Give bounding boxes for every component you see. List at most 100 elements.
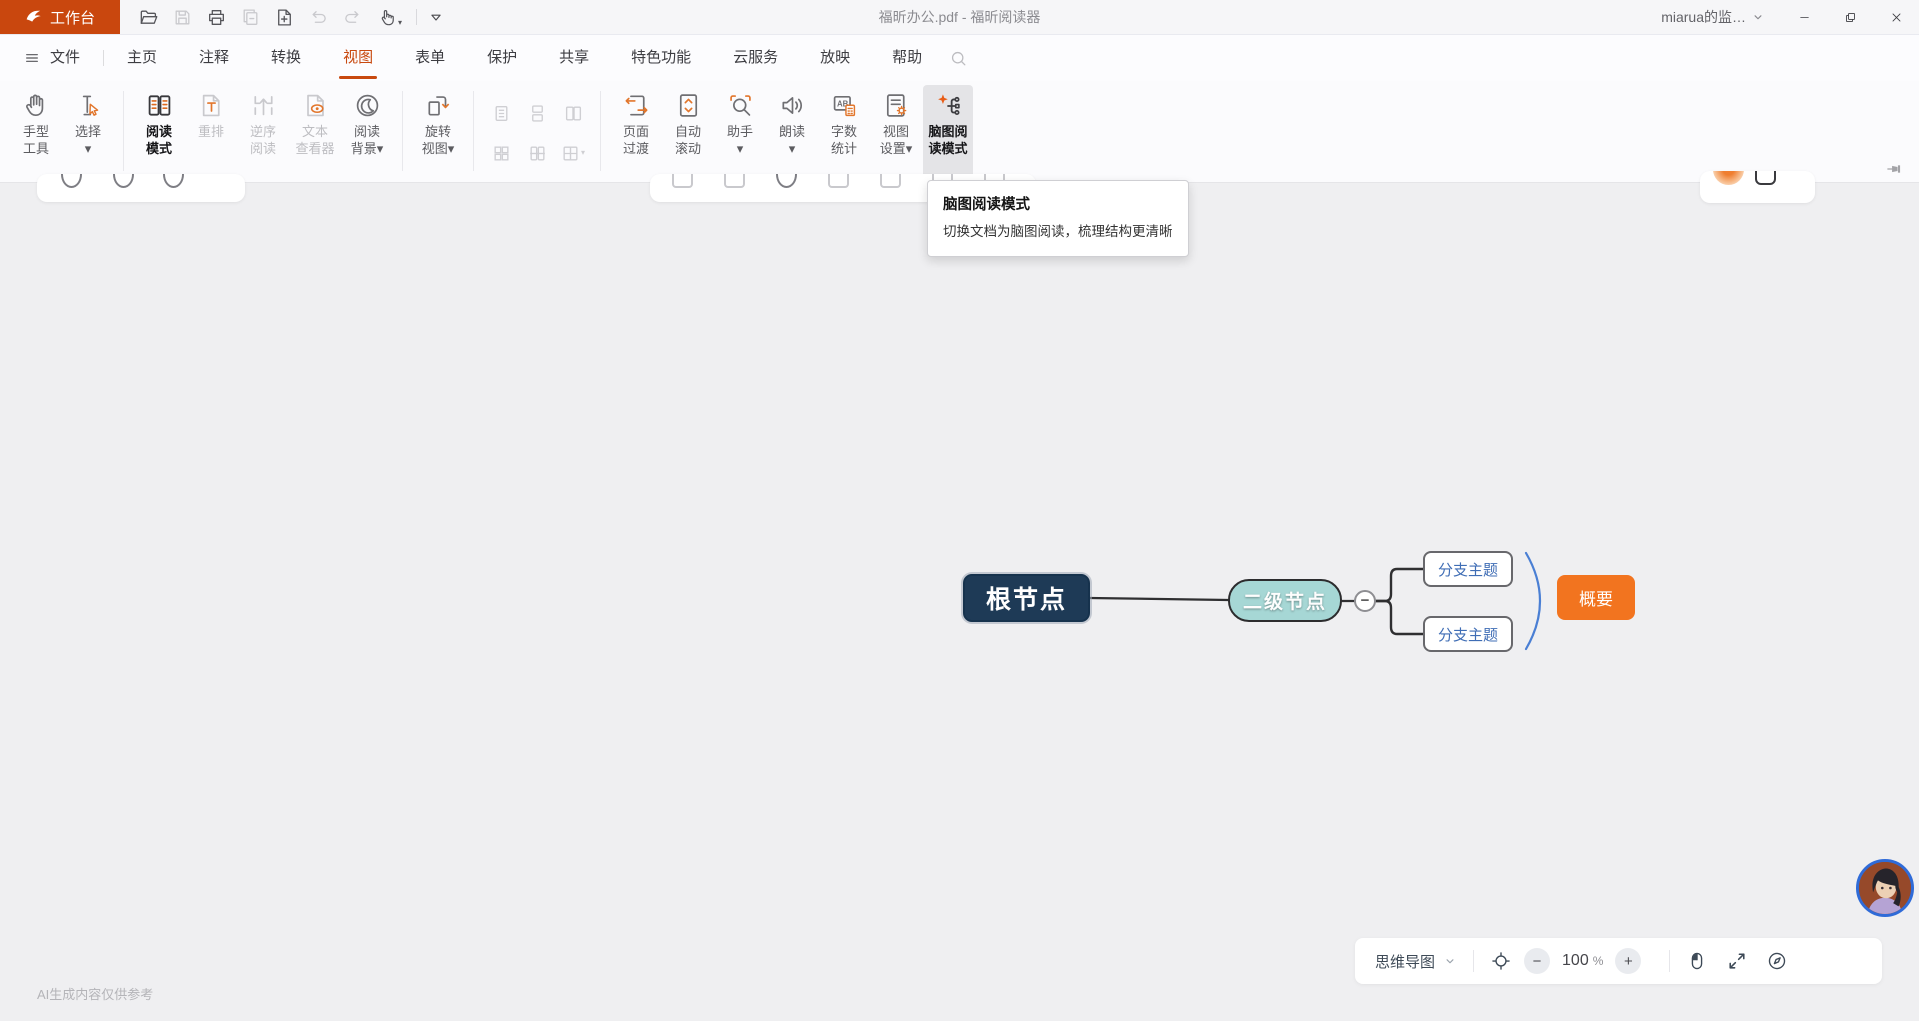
foxit-logo-icon [25,8,43,26]
reflow-button[interactable]: 重排 [186,85,236,179]
menu-tab-7[interactable]: 特色功能 [610,35,712,81]
touch-mode-button[interactable]: ▾ [376,7,402,28]
redo-button[interactable] [342,7,363,28]
minimize-button[interactable] [1781,0,1827,34]
icon-fragment [724,174,745,188]
mindmap-summary-node[interactable]: 概要 [1557,575,1635,620]
workspace-button[interactable]: 工作台 [0,0,120,34]
menu-tab-5[interactable]: 保护 [466,35,538,81]
menu-tab-8[interactable]: 云服务 [712,35,799,81]
icon-fragment [1755,171,1776,185]
view-settings-button[interactable]: 视图设置▾ [871,85,921,179]
ribbon-separator [473,91,474,171]
mindmap-branch-node[interactable]: 分支主题 [1423,616,1513,652]
ribbon-item-label: 阅读 [250,140,276,157]
reverse-reading-button[interactable]: 逆序阅读 [238,85,288,179]
orange-icon-fragment [1713,171,1744,185]
ribbon-item-label: 朗读 [779,123,805,140]
pin-icon[interactable] [1885,159,1905,179]
menu-tab-1[interactable]: 注释 [178,35,250,81]
mindmap-root-node[interactable]: 根节点 [963,574,1090,622]
page-transition-button[interactable]: 页面过渡 [611,85,661,179]
word-count-icon: AB [830,91,859,120]
continuous-page-button[interactable] [528,104,547,123]
tooltip-body: 切换文档为脑图阅读，梳理结构更清晰 [943,222,1173,243]
continuous-facing-button[interactable] [528,144,547,163]
fullscreen-icon[interactable] [1726,950,1748,972]
read-aloud-button[interactable]: 朗读▾ [767,85,817,179]
document-canvas[interactable]: 脑图阅读模式 切换文档为脑图阅读，梳理结构更清晰 根节点 二级节点 − 分支主题… [0,183,1919,1021]
locate-icon[interactable] [1490,950,1512,972]
open-folder-button[interactable] [138,7,159,28]
facing-page-icon [564,104,583,123]
menu-tab-6[interactable]: 共享 [538,35,610,81]
compass-icon[interactable] [1766,950,1788,972]
quad-page-button[interactable] [492,144,511,163]
mode-label: 思维导图 [1375,951,1435,972]
mindmap-branch-node[interactable]: 分支主题 [1423,551,1513,587]
mindmap-second-node[interactable]: 二级节点 [1228,579,1342,622]
save-button[interactable] [172,7,193,28]
dropdown-arrow-icon: ▾ [398,18,402,28]
split-view-icon [561,144,580,163]
account-menu[interactable]: miarua的监… [1661,7,1765,27]
facing-page-button[interactable] [564,104,583,123]
zoom-out-button[interactable]: − [1524,948,1550,974]
close-button[interactable] [1873,0,1919,34]
mindmap-mode-icon [934,91,963,120]
customize-toolbar-button[interactable] [427,8,445,26]
text-viewer-button[interactable]: 文本查看器 [290,85,340,179]
select-tool-button[interactable]: 选择▾ [63,85,113,179]
reading-mode-button[interactable]: 阅读模式 [134,85,184,179]
menu-tab-3[interactable]: 视图 [322,35,394,81]
menu-bar: 文件 主页注释转换视图表单保护共享特色功能云服务放映帮助 [0,35,1919,81]
continuous-facing-icon [528,144,547,163]
menu-tab-0[interactable]: 主页 [106,35,178,81]
word-count-button[interactable]: AB字数统计 [819,85,869,179]
restore-button[interactable] [1827,0,1873,34]
statusbar-divider [1473,950,1474,972]
assistant-button[interactable]: 助手▾ [715,85,765,179]
undo-button[interactable] [308,7,329,28]
collapse-button[interactable]: − [1354,590,1376,612]
mouse-icon[interactable] [1686,950,1708,972]
icon-fragment [672,174,693,188]
copy-page-button[interactable] [240,7,261,28]
ribbon-toolbar: 手型工具选择▾阅读模式重排逆序阅读文本查看器阅读背景▾旋转视图▾▾页面过渡自动滚… [0,81,1919,183]
search-icon[interactable] [949,49,968,68]
hand-tool-button[interactable]: 手型工具 [11,85,61,179]
redo-icon [342,7,363,28]
zoom-in-button[interactable]: + [1615,948,1641,974]
ribbon-item-label: 文本 [302,123,328,140]
auto-scroll-button[interactable]: 自动滚动 [663,85,713,179]
menu-tab-file[interactable]: 文件 [48,35,101,81]
ribbon-item-label: 字数 [831,123,857,140]
new-page-button[interactable] [274,7,295,28]
print-button[interactable] [206,7,227,28]
rotate-view-button[interactable]: 旋转视图▾ [413,85,463,179]
reverse-reading-icon [249,91,278,120]
avatar[interactable] [1856,859,1914,917]
hamburger-icon [24,50,40,66]
chevron-down-icon [1443,954,1457,968]
ribbon-item-label: 背景▾ [351,140,384,157]
mindmap-mode-select[interactable]: 思维导图 [1375,951,1457,972]
split-view-button[interactable]: ▾ [561,144,585,163]
ribbon-item-label: 过渡 [623,140,649,157]
dropdown-arrow-icon: ▾ [581,148,585,158]
workspace-label: 工作台 [50,7,95,28]
mindmap-mode-button[interactable]: 脑图阅读模式 [923,85,973,179]
hand-tool-icon [22,91,51,120]
ribbon-item-label: ▾ [789,140,796,157]
menu-tab-4[interactable]: 表单 [394,35,466,81]
menu-tab-2[interactable]: 转换 [250,35,322,81]
tooltip-title: 脑图阅读模式 [943,193,1173,214]
view-settings-icon [882,91,911,120]
reading-background-button[interactable]: 阅读背景▾ [342,85,392,179]
single-page-button[interactable] [492,104,511,123]
ribbon-item-label: 工具 [23,140,49,157]
menu-tab-10[interactable]: 帮助 [871,35,943,81]
menu-tab-9[interactable]: 放映 [799,35,871,81]
ribbon-item-label: 查看器 [295,140,334,157]
ribbon-item-label: 设置▾ [880,140,913,157]
